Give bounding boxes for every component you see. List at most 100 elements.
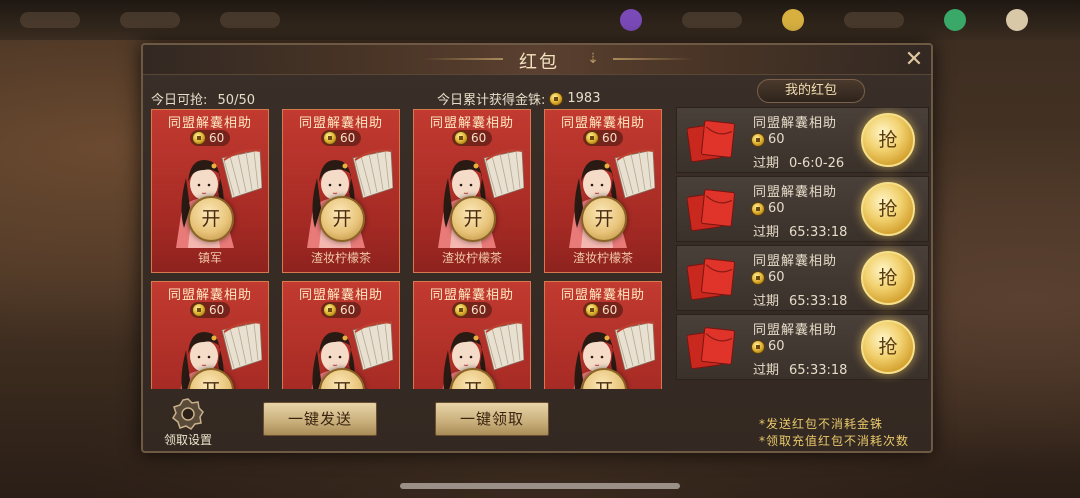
- red-packet-sender: 镇军: [197, 251, 222, 265]
- red-packet-card[interactable]: 同盟解囊相助 60 开 渣妆柠檬茶: [413, 109, 531, 273]
- coin-icon: [192, 131, 206, 145]
- grab-button[interactable]: 抢: [861, 113, 915, 167]
- red-packet-sender: 渣妆柠檬茶: [441, 251, 502, 265]
- note-collect-free: *领取充值红包不消耗次数: [759, 434, 910, 448]
- coin-icon: [585, 131, 599, 145]
- my-red-packet-title: 同盟解囊相助: [753, 254, 838, 269]
- note-send-free: *发送红包不消耗金铢: [759, 417, 884, 431]
- my-red-packet-item[interactable]: 同盟解囊相助 60 过期 65:33:18 抢: [676, 314, 929, 380]
- expire-label: 过期: [753, 363, 780, 378]
- my-red-packet-amount: 60: [751, 270, 785, 285]
- coin-icon: [323, 303, 337, 317]
- my-red-packet-item[interactable]: 同盟解囊相助 60 过期 65:33:18 抢: [676, 245, 929, 311]
- red-packet-grid[interactable]: 同盟解囊相助 60 开 镇军 同盟解囊相助 60 开 渣妆柠檬茶 同盟解囊相助 …: [151, 109, 671, 389]
- my-red-packet-amount-value: 60: [768, 270, 785, 285]
- today-total-label: 今日累计获得金铢:: [437, 93, 546, 108]
- open-button[interactable]: 开: [581, 196, 627, 242]
- red-packet-card[interactable]: 同盟解囊相助 60 开 渣妆柠檬茶: [544, 109, 662, 273]
- my-red-packet-item[interactable]: 同盟解囊相助 60 过期 65:33:18 抢: [676, 176, 929, 242]
- red-packet-sender: 渣妆柠檬茶: [310, 251, 371, 265]
- red-packet-amount: 60: [190, 130, 231, 146]
- today-grab-value: 50/50: [217, 93, 255, 108]
- red-packet-title: 同盟解囊相助: [560, 288, 645, 303]
- my-red-packet-expire: 过期 65:33:18: [753, 221, 883, 240]
- title-bar: 红包 ⇣ ✕: [143, 45, 931, 75]
- red-packet-card[interactable]: 同盟解囊相助 60 开: [282, 281, 400, 389]
- red-packet-amount-value: 60: [340, 303, 356, 317]
- red-packet-amount-value: 60: [340, 131, 356, 145]
- grab-button[interactable]: 抢: [861, 182, 915, 236]
- red-packet-amount-value: 60: [209, 131, 225, 145]
- today-total-gold: 今日累计获得金铢: 1983: [437, 89, 600, 108]
- coin-icon: [192, 303, 206, 317]
- close-icon[interactable]: ✕: [903, 49, 925, 71]
- red-packet-amount: 60: [190, 302, 231, 318]
- coin-icon: [454, 131, 468, 145]
- red-packet-title: 同盟解囊相助: [298, 288, 383, 303]
- my-red-packet-item[interactable]: 同盟解囊相助 60 过期 0-6:0-26 抢: [676, 107, 929, 173]
- tab-my-red-packets[interactable]: 我的红包: [757, 79, 865, 103]
- red-packet-amount: 60: [452, 130, 493, 146]
- red-packet-amount: 60: [583, 130, 624, 146]
- my-red-packet-amount-value: 60: [768, 201, 785, 216]
- my-red-packet-expire: 过期 0-6:0-26: [753, 152, 883, 171]
- my-red-packet-title: 同盟解囊相助: [753, 323, 838, 338]
- red-packet-card[interactable]: 同盟解囊相助 60 开 镇军: [151, 109, 269, 273]
- open-button[interactable]: 开: [319, 196, 365, 242]
- red-packet-card[interactable]: 同盟解囊相助 60 开: [151, 281, 269, 389]
- expire-label: 过期: [753, 225, 780, 240]
- red-packet-title: 同盟解囊相助: [429, 288, 514, 303]
- expire-time: 65:33:18: [789, 363, 848, 378]
- background-chat-text: [70, 430, 74, 445]
- game-top-bar: [0, 0, 1080, 40]
- red-packet-amount-value: 60: [602, 131, 618, 145]
- red-packet-card[interactable]: 同盟解囊相助 60 开: [413, 281, 531, 389]
- title-decoration-left: [423, 58, 503, 60]
- grab-button[interactable]: 抢: [861, 320, 915, 374]
- envelope-icon: [686, 187, 737, 232]
- down-arrow-icon[interactable]: ⇣: [585, 50, 601, 68]
- today-grab-label: 今日可抢:: [151, 93, 208, 108]
- coin-icon: [751, 270, 765, 285]
- today-grab-count: 今日可抢: 50/50: [151, 89, 255, 108]
- open-button[interactable]: 开: [450, 196, 496, 242]
- collect-settings-button[interactable]: 领取设置: [153, 397, 223, 451]
- my-red-packet-expire: 过期 65:33:18: [753, 290, 883, 309]
- my-red-packet-amount-value: 60: [768, 132, 785, 147]
- envelope-icon: [686, 325, 737, 370]
- collect-all-button[interactable]: 一键领取: [435, 402, 549, 436]
- red-packet-amount-value: 60: [471, 303, 487, 317]
- dialog-title: 红包: [519, 52, 559, 73]
- send-all-button[interactable]: 一键发送: [263, 402, 377, 436]
- open-button[interactable]: 开: [188, 196, 234, 242]
- my-red-packet-list[interactable]: 同盟解囊相助 60 过期 0-6:0-26 抢 同盟解囊相助 60 过期 65:33…: [676, 107, 932, 387]
- expire-label: 过期: [753, 156, 780, 171]
- red-packet-amount: 60: [583, 302, 624, 318]
- my-red-packet-amount: 60: [751, 201, 785, 216]
- expire-time: 0-6:0-26: [789, 156, 845, 171]
- red-packet-amount-value: 60: [602, 303, 618, 317]
- coin-icon: [585, 303, 599, 317]
- red-packet-amount: 60: [452, 302, 493, 318]
- red-packet-title: 同盟解囊相助: [560, 116, 645, 131]
- home-indicator: [400, 483, 680, 489]
- red-packet-amount-value: 60: [209, 303, 225, 317]
- today-total-value: 1983: [567, 91, 601, 106]
- red-packet-card[interactable]: 同盟解囊相助 60 开: [544, 281, 662, 389]
- my-red-packet-expire: 过期 65:33:18: [753, 359, 883, 378]
- my-red-packet-title: 同盟解囊相助: [753, 116, 838, 131]
- expire-time: 65:33:18: [789, 294, 848, 309]
- my-red-packet-amount: 60: [751, 132, 785, 147]
- red-packet-dialog: 红包 ⇣ ✕ 今日可抢: 50/50 今日累计获得金铢: 1983 我的红包 同…: [141, 43, 933, 453]
- grab-button[interactable]: 抢: [861, 251, 915, 305]
- red-packet-amount: 60: [321, 302, 362, 318]
- my-red-packet-amount: 60: [751, 339, 785, 354]
- red-packet-card[interactable]: 同盟解囊相助 60 开 渣妆柠檬茶: [282, 109, 400, 273]
- my-red-packet-amount-value: 60: [768, 339, 785, 354]
- red-packet-title: 同盟解囊相助: [167, 116, 252, 131]
- expire-time: 65:33:18: [789, 225, 848, 240]
- red-packet-title: 同盟解囊相助: [429, 116, 514, 131]
- coin-icon: [751, 339, 765, 354]
- red-packet-amount-value: 60: [471, 131, 487, 145]
- red-packet-title: 同盟解囊相助: [298, 116, 383, 131]
